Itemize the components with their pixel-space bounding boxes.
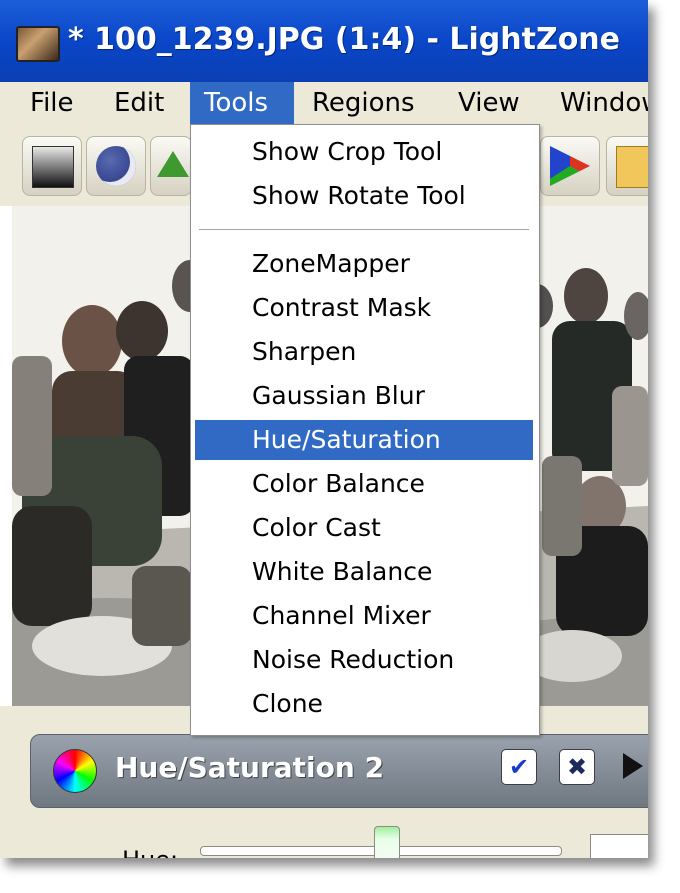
menu-edit[interactable]: Edit: [100, 82, 178, 124]
hue-saturation-header[interactable]: Hue/Saturation 2 ✔ ✖: [30, 734, 648, 808]
zonemapper-icon: [32, 146, 74, 188]
menu-tools[interactable]: Tools: [190, 82, 294, 124]
color-swatch-button[interactable]: [606, 136, 648, 196]
menu-item-show-rotate-tool[interactable]: Show Rotate Tool: [195, 176, 533, 216]
menu-item-color-balance[interactable]: Color Balance: [195, 464, 533, 504]
menu-item-white-balance[interactable]: White Balance: [195, 552, 533, 592]
expand-arrow-icon[interactable]: [623, 753, 643, 779]
color-swatch-icon: [616, 146, 648, 188]
menu-separator: [199, 229, 529, 230]
remove-tool-button[interactable]: ✖: [559, 749, 595, 785]
sharpen-icon: [157, 151, 189, 177]
color-wheel-icon: [53, 749, 97, 793]
tool-panel-title: Hue/Saturation 2: [115, 751, 385, 784]
hue-slider-thumb[interactable]: [374, 826, 400, 858]
contrast-mask-icon: [96, 146, 136, 186]
hue-label: Hue:: [122, 846, 178, 858]
menu-window[interactable]: Window: [546, 82, 648, 124]
window-title: * 100_1239.JPG (1:4) - LightZone: [68, 22, 621, 57]
menu-item-hue-saturation[interactable]: Hue/Saturation: [195, 420, 533, 460]
menu-item-contrast-mask[interactable]: Contrast Mask: [195, 288, 533, 328]
menu-item-color-cast[interactable]: Color Cast: [195, 508, 533, 548]
app-icon: [16, 26, 60, 62]
tools-menu: Show Crop Tool Show Rotate Tool ZoneMapp…: [190, 124, 540, 736]
menu-item-sharpen[interactable]: Sharpen: [195, 332, 533, 372]
menu-item-noise-reduction[interactable]: Noise Reduction: [195, 640, 533, 680]
sharpen-button[interactable]: [150, 136, 192, 196]
menu-item-gaussian-blur[interactable]: Gaussian Blur: [195, 376, 533, 416]
zonemapper-button[interactable]: [22, 136, 82, 196]
menu-item-show-crop-tool[interactable]: Show Crop Tool: [195, 132, 533, 172]
menu-item-zonemapper[interactable]: ZoneMapper: [195, 244, 533, 284]
enable-tool-button[interactable]: ✔: [501, 749, 537, 785]
menu-item-clone[interactable]: Clone: [195, 684, 533, 724]
channel-mixer-button[interactable]: [540, 136, 600, 196]
lightzone-window: * 100_1239.JPG (1:4) - LightZone File Ed…: [0, 0, 648, 858]
hue-value-field[interactable]: [590, 834, 648, 858]
menu-regions[interactable]: Regions: [298, 82, 429, 124]
menu-view[interactable]: View: [444, 82, 534, 124]
title-bar[interactable]: * 100_1239.JPG (1:4) - LightZone: [0, 0, 648, 82]
channel-mixer-icon: [550, 146, 590, 186]
menu-file[interactable]: File: [16, 82, 88, 124]
menu-item-channel-mixer[interactable]: Channel Mixer: [195, 596, 533, 636]
contrast-mask-button[interactable]: [86, 136, 146, 196]
menu-bar: File Edit Tools Regions View Window: [0, 82, 648, 125]
